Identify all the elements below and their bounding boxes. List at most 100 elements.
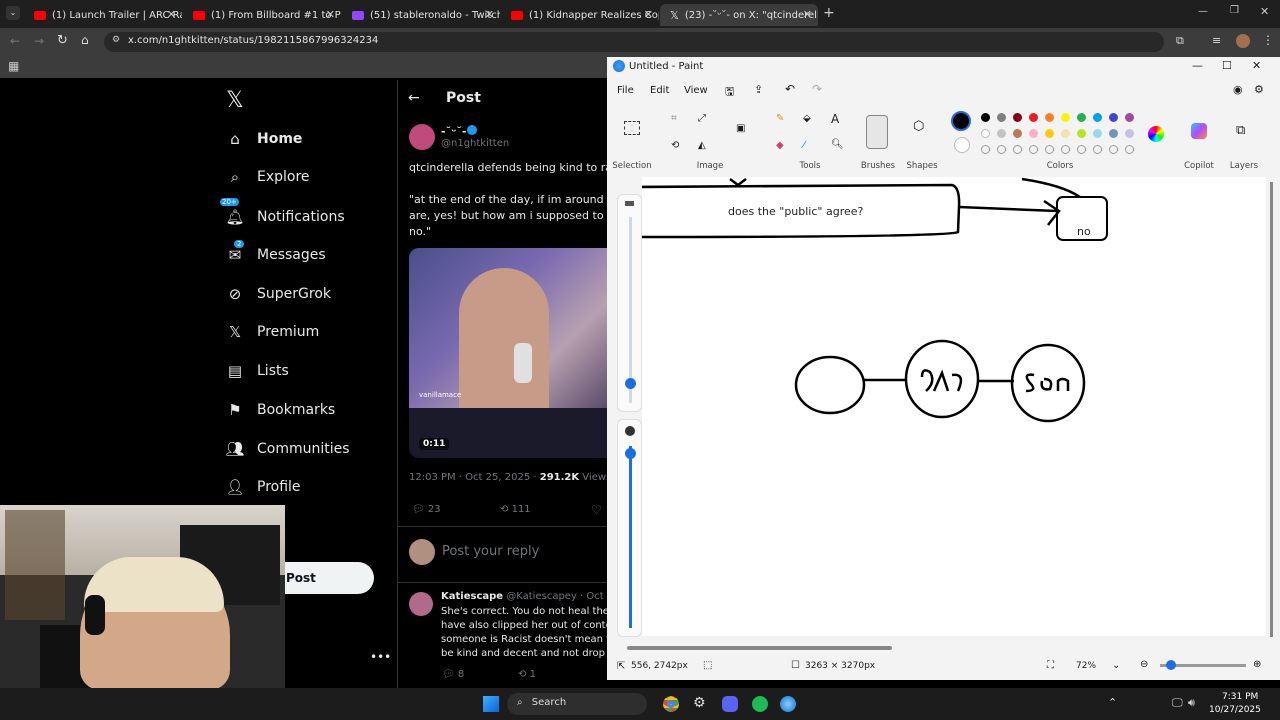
settings-icon[interactable]: ⚙ <box>1254 83 1264 96</box>
rotate-icon[interactable]: ⟲ <box>671 140 679 151</box>
author-name[interactable]: -˘ᵕ˘- <box>441 125 467 138</box>
secondary-color[interactable] <box>954 137 970 153</box>
copilot-icon[interactable] <box>1191 123 1207 139</box>
color-swatch[interactable] <box>1029 129 1038 138</box>
reply-reposts-action[interactable]: ⟲ 1 <box>518 669 536 680</box>
nav-lists[interactable]: ▤ Lists <box>226 358 289 384</box>
browser-tab[interactable]: (1) From Billboard #1 to Prison✕ <box>183 4 341 26</box>
pencil-icon[interactable]: ✎ <box>776 113 784 124</box>
menu-file[interactable]: File <box>617 85 634 96</box>
color-swatch[interactable] <box>1013 113 1022 122</box>
nav-notifications[interactable]: 🔔︎ 20+ Notifications <box>220 198 345 230</box>
tab-search-button[interactable]: ⌄ <box>6 6 20 20</box>
fill-icon[interactable]: ⬙ <box>803 113 811 124</box>
zoom-out-icon[interactable]: ⊖ <box>1140 659 1148 670</box>
color-swatch[interactable] <box>1125 113 1134 122</box>
color-swatch[interactable] <box>1029 113 1038 122</box>
color-swatch[interactable] <box>1077 129 1086 138</box>
account-icon[interactable]: ◉ <box>1233 83 1243 96</box>
maximize-window-button[interactable]: ❐ <box>1230 5 1239 16</box>
fit-window-icon[interactable]: ⛶ <box>1047 660 1054 671</box>
post-video[interactable]: vanillamace 0:11 <box>409 248 609 458</box>
extensions-icon[interactable]: ⧉ <box>1176 34 1184 48</box>
color-swatch[interactable] <box>1045 113 1054 122</box>
close-window-button[interactable]: ✕ <box>1260 5 1269 18</box>
browser-menu-icon[interactable]: ⋮ <box>1262 33 1274 47</box>
brushes-button[interactable] <box>866 115 888 149</box>
site-info-icon[interactable]: ⚙ <box>112 35 120 45</box>
zoom-level[interactable]: 72% <box>1076 661 1096 671</box>
custom-color-slot[interactable] <box>1061 145 1070 154</box>
maximize-button[interactable]: ☐ <box>1222 59 1232 72</box>
color-swatch[interactable] <box>981 129 990 138</box>
brush-size-track[interactable] <box>629 217 632 403</box>
share-icon[interactable]: ⇪ <box>754 83 763 96</box>
save-icon[interactable]: 🖫 <box>725 83 734 102</box>
custom-color-slot[interactable] <box>1093 145 1102 154</box>
color-swatch[interactable] <box>1077 113 1086 122</box>
profile-avatar[interactable] <box>1236 34 1250 48</box>
color-swatch[interactable] <box>1109 129 1118 138</box>
primary-color[interactable] <box>951 111 971 131</box>
browser-tab[interactable]: (1) Launch Trailer | ARC Raiders✕ <box>24 4 182 26</box>
custom-color-slot[interactable] <box>1045 145 1054 154</box>
back-icon[interactable]: ← <box>10 34 20 48</box>
custom-color-slot[interactable] <box>1109 145 1118 154</box>
author-handle[interactable]: @n1ghtkitten <box>441 138 509 149</box>
home-icon[interactable]: ⌂ <box>81 33 89 47</box>
nav-premium[interactable]: 𝕏 Premium <box>226 319 319 345</box>
color-swatch[interactable] <box>997 129 1006 138</box>
menu-view[interactable]: View <box>684 85 708 96</box>
zoom-in-icon[interactable]: ⊕ <box>1253 659 1261 670</box>
opacity-track[interactable] <box>629 446 632 628</box>
author-avatar[interactable] <box>409 124 435 150</box>
close-button[interactable]: ✕ <box>1252 59 1261 72</box>
color-swatch[interactable] <box>1125 129 1134 138</box>
reply-input[interactable]: Post your reply <box>442 544 539 559</box>
nav-communities[interactable]: 👥︎ Communities <box>225 436 349 462</box>
color-swatch[interactable] <box>1109 113 1118 122</box>
apps-grid-icon[interactable]: ▦ <box>8 59 19 73</box>
chrome-icon[interactable] <box>663 696 679 712</box>
redo-icon[interactable]: ↷ <box>812 82 822 96</box>
crop-icon[interactable]: ⌗ <box>671 113 677 124</box>
layers-icon[interactable]: ⧉ <box>1236 123 1245 138</box>
account-more-icon[interactable]: ••• <box>370 650 391 664</box>
reading-list-icon[interactable]: ≡ <box>1212 34 1221 47</box>
nav-explore[interactable]: ⌕ Explore <box>226 164 310 190</box>
settings-app-icon[interactable]: ⚙ <box>693 695 706 711</box>
paint-canvas[interactable]: does the "public" agree? no <box>642 177 1266 636</box>
resize-icon[interactable]: ⤢ <box>698 113 706 124</box>
custom-color-slot[interactable] <box>1125 145 1134 154</box>
horizontal-scrollbar[interactable] <box>627 646 892 650</box>
reply-avatar[interactable] <box>409 592 433 616</box>
repost-action[interactable]: ⟲ 111 <box>500 504 531 515</box>
tray-volume-icon[interactable]: 🔊︎ <box>1188 696 1195 710</box>
edit-colors-icon[interactable] <box>1148 126 1164 142</box>
nav-supergrok[interactable]: ⊘ SuperGrok <box>226 281 331 307</box>
custom-color-slot[interactable] <box>981 145 990 154</box>
nav-profile[interactable]: 👤︎ Profile <box>225 474 300 500</box>
like-icon[interactable]: ♡ <box>591 503 602 517</box>
eraser-icon[interactable]: ◆ <box>776 140 784 151</box>
text-tool-icon[interactable]: A <box>831 112 839 126</box>
close-tab-icon[interactable]: ✕ <box>326 8 335 21</box>
reload-icon[interactable]: ↻ <box>57 33 68 48</box>
url-field[interactable]: ⚙ x.com/n1ghtkitten/status/1982115867996… <box>104 32 1164 52</box>
shapes-icon[interactable]: ⬡ <box>913 119 924 134</box>
color-swatch[interactable] <box>1013 129 1022 138</box>
tray-network-icon[interactable]: 🖵︎ <box>1172 696 1183 710</box>
opacity-slider[interactable] <box>625 448 636 459</box>
nav-bookmarks[interactable]: ⚑ Bookmarks <box>226 397 335 423</box>
custom-color-slot[interactable] <box>1077 145 1086 154</box>
image-tools-icon[interactable]: ▣ <box>736 123 745 134</box>
reply-action[interactable]: 💬︎ 23 <box>412 504 441 515</box>
close-tab-icon[interactable]: ✕ <box>167 8 176 21</box>
undo-icon[interactable]: ↶ <box>785 82 795 96</box>
new-tab-button[interactable]: + <box>823 5 835 21</box>
browser-tab[interactable]: (51) stableronaldo - Twitch ✕ <box>342 4 500 26</box>
browser-tab-active[interactable]: 𝕏(23) -˘ᵕ˘- on X: "qtcinderella de✕ <box>660 4 818 26</box>
forward-icon[interactable]: → <box>34 34 44 48</box>
brush-size-slider[interactable] <box>625 378 636 389</box>
nav-home[interactable]: ⌂ Home <box>226 126 302 152</box>
